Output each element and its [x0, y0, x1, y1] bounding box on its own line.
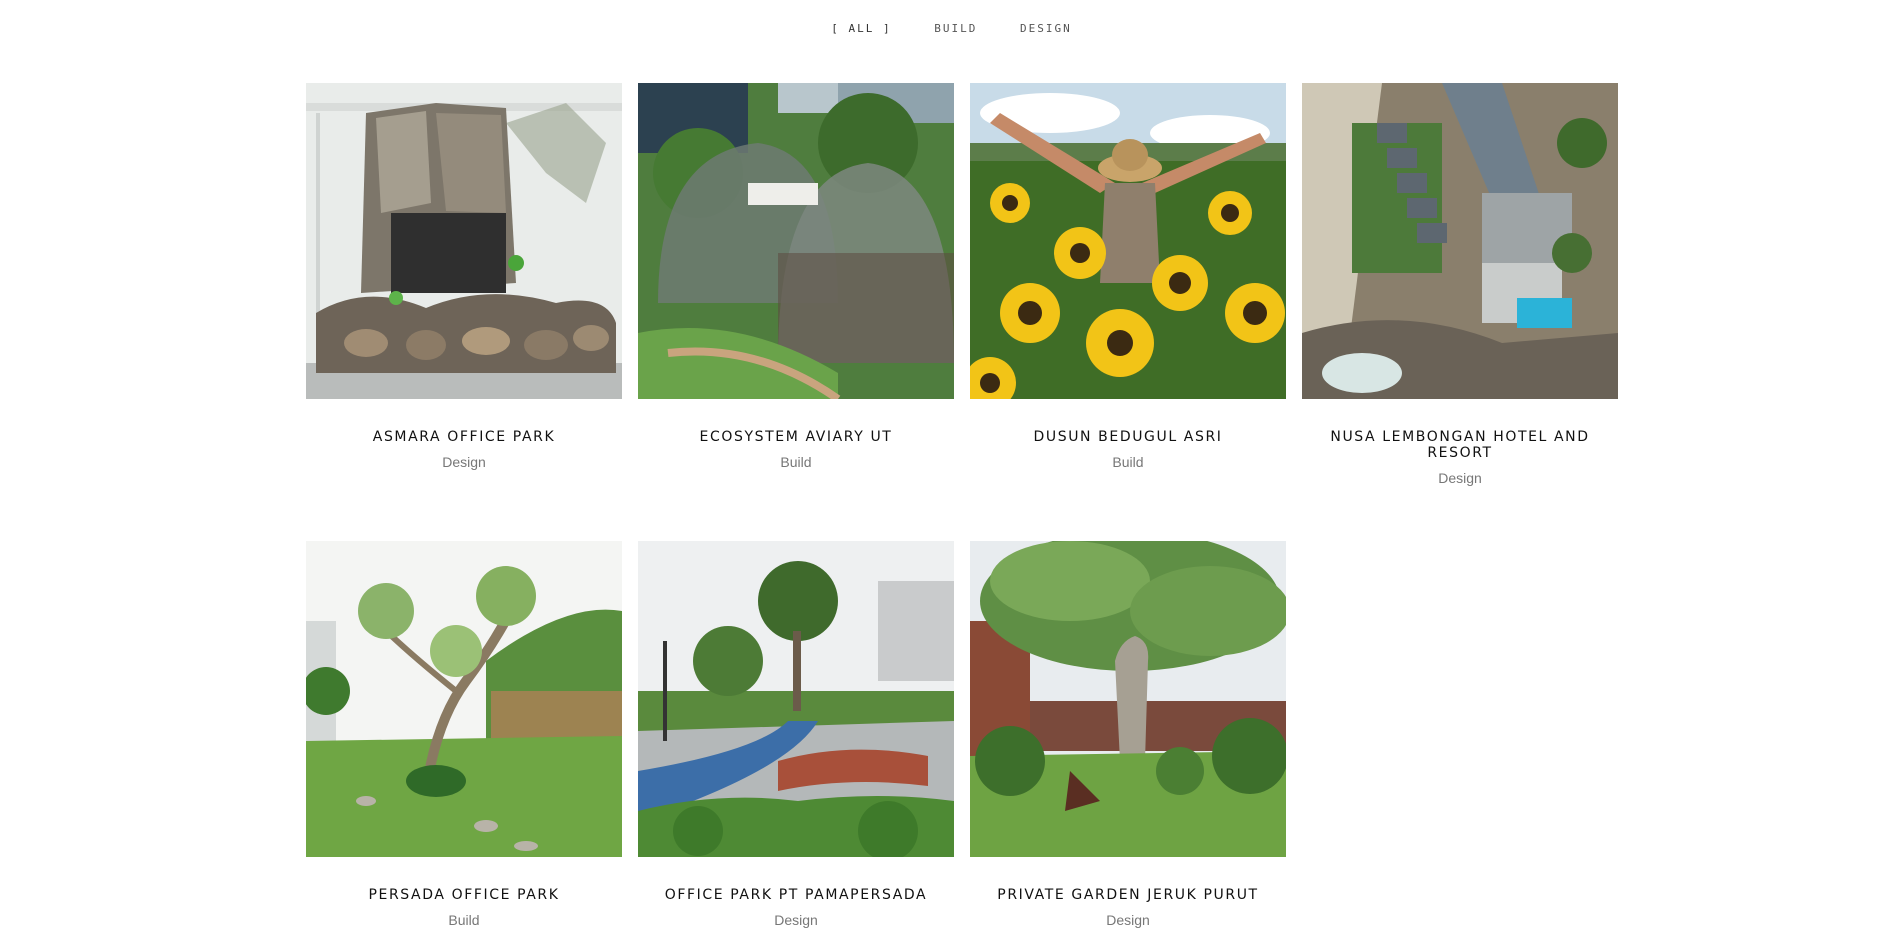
project-card[interactable]: OFFICE PARK PT PAMAPERSADA Design [638, 541, 954, 928]
project-card[interactable]: NUSA LEMBONGAN HOTEL AND RESORT Design [1302, 83, 1618, 486]
project-card[interactable]: ECOSYSTEM AVIARY UT Build [638, 83, 954, 486]
project-title[interactable]: ECOSYSTEM AVIARY UT [638, 429, 954, 445]
project-category: Design [774, 912, 818, 928]
project-card[interactable]: DUSUN BEDUGUL ASRI Build [970, 83, 1286, 486]
filter-all[interactable]: [ ALL ] [831, 22, 891, 35]
project-image-aviary-domes[interactable] [638, 83, 954, 399]
project-category: Design [1438, 470, 1482, 486]
project-card[interactable]: ASMARA OFFICE PARK Design [306, 83, 622, 486]
project-card[interactable]: PRIVATE GARDEN JERUK PURUT Design [970, 541, 1286, 928]
filter-design[interactable]: DESIGN [1020, 22, 1072, 35]
filter-build[interactable]: BUILD [934, 22, 977, 35]
project-image-stone-fountain[interactable] [306, 83, 622, 399]
project-title[interactable]: PRIVATE GARDEN JERUK PURUT [970, 887, 1286, 903]
project-title[interactable]: OFFICE PARK PT PAMAPERSADA [638, 887, 954, 903]
project-image-park-bench-path[interactable] [638, 541, 954, 857]
project-image-garden-tree-lawn[interactable] [306, 541, 622, 857]
project-image-resort-aerial[interactable] [1302, 83, 1618, 399]
project-category: Build [448, 912, 480, 928]
project-category: Design [442, 454, 486, 470]
project-image-big-tree-garden[interactable] [970, 541, 1286, 857]
project-title[interactable]: PERSADA OFFICE PARK [306, 887, 622, 903]
project-card[interactable]: PERSADA OFFICE PARK Build [306, 541, 622, 928]
project-title[interactable]: NUSA LEMBONGAN HOTEL AND RESORT [1302, 429, 1618, 461]
project-category: Design [1106, 912, 1150, 928]
project-category: Build [1112, 454, 1144, 470]
project-title[interactable]: DUSUN BEDUGUL ASRI [970, 429, 1286, 445]
filter-bar: [ ALL ] BUILD DESIGN [0, 22, 1903, 35]
project-title[interactable]: ASMARA OFFICE PARK [306, 429, 622, 445]
project-grid: ASMARA OFFICE PARK Design ECOSYSTEM AVIA… [306, 83, 1618, 928]
project-image-sunflower-field[interactable] [970, 83, 1286, 399]
project-category: Build [780, 454, 812, 470]
